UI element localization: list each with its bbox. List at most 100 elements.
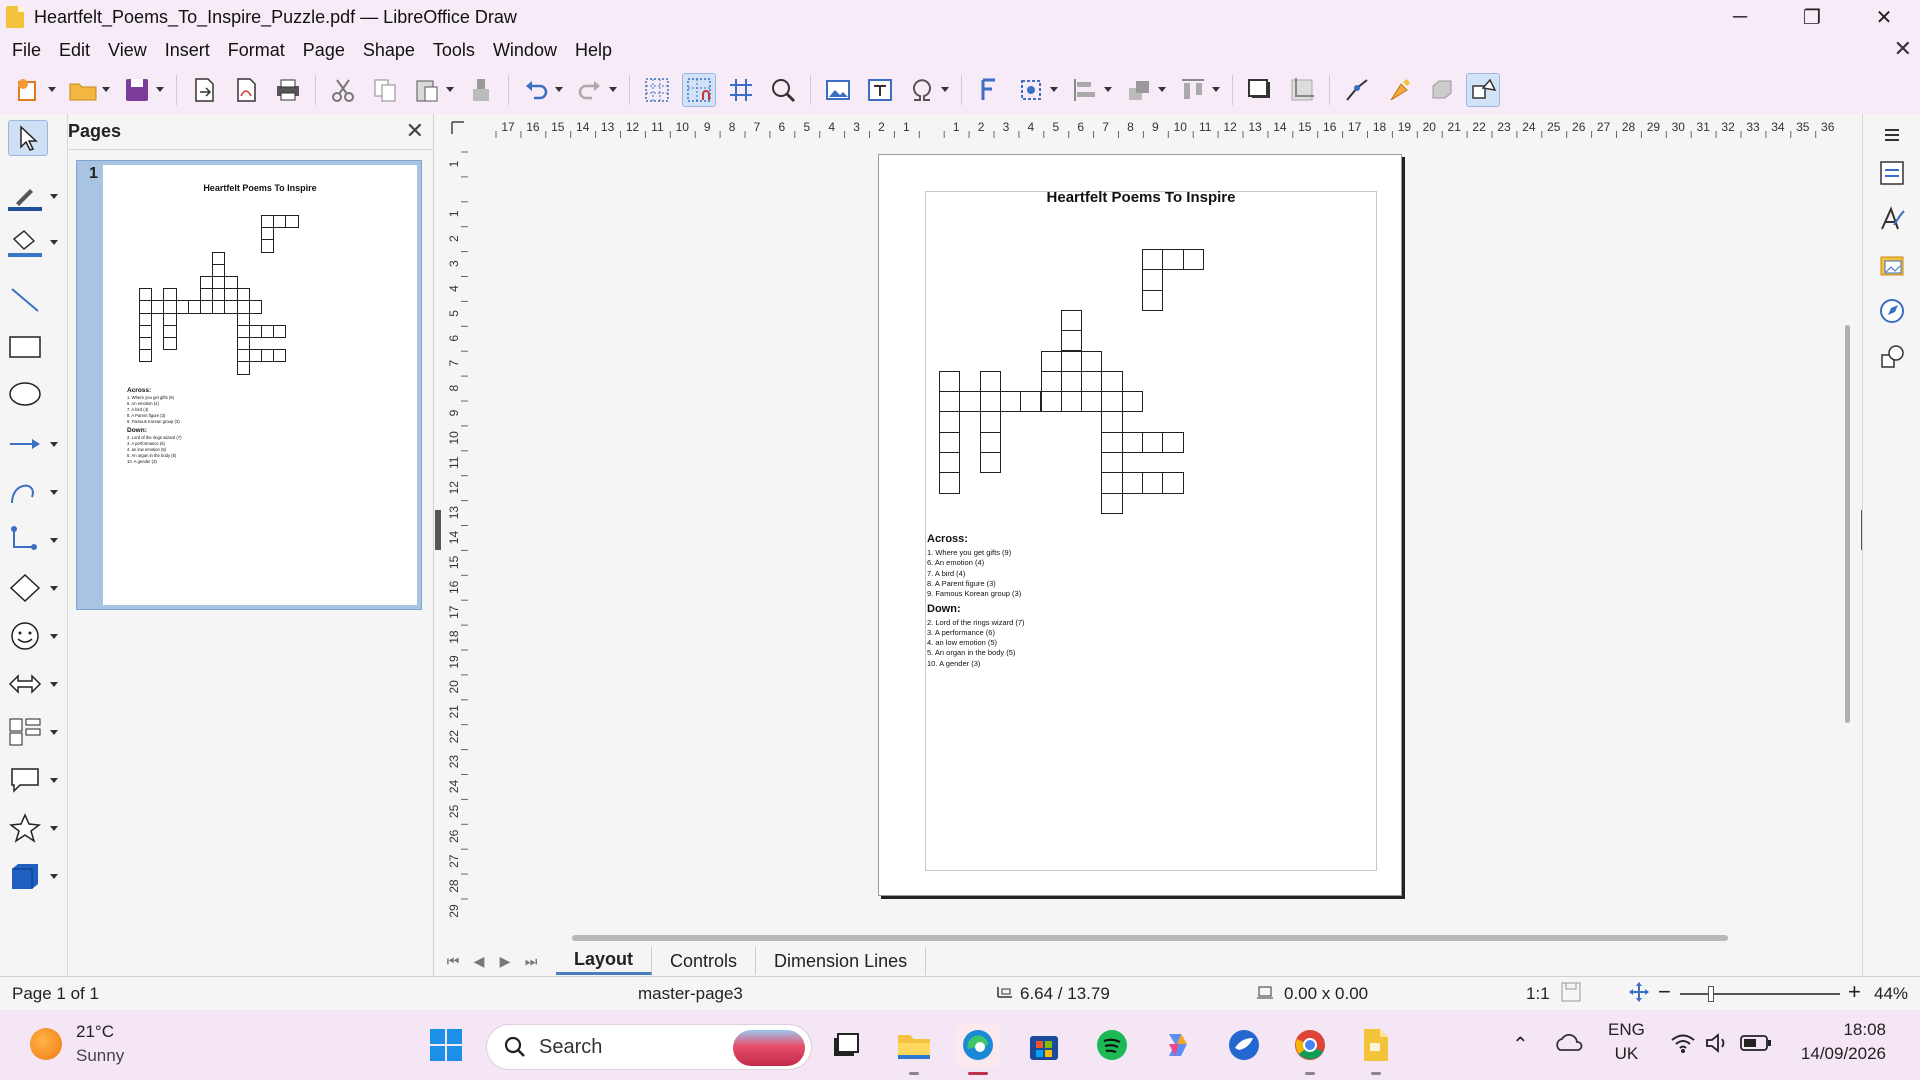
vertical-scrollbar[interactable] — [1845, 325, 1850, 723]
grid-icon[interactable] — [640, 73, 674, 107]
snap-icon[interactable] — [724, 73, 758, 107]
fill-color-icon[interactable] — [8, 224, 58, 260]
tab-layout[interactable]: Layout — [556, 947, 653, 975]
edge-browser-icon[interactable] — [956, 1023, 1000, 1075]
last-tab-button[interactable]: ⏭ — [518, 953, 544, 970]
menu-page[interactable]: Page — [297, 40, 357, 61]
bird-app-icon[interactable] — [1222, 1023, 1266, 1067]
smiley-icon[interactable] — [8, 618, 58, 654]
task-view-icon[interactable] — [824, 1023, 868, 1067]
libreoffice-draw-taskbar-icon[interactable] — [1354, 1023, 1398, 1075]
tab-dimension-lines[interactable]: Dimension Lines — [756, 947, 927, 975]
clock[interactable]: 18:08 14/09/2026 — [1796, 1020, 1886, 1064]
start-button[interactable] — [424, 1023, 468, 1067]
zoom-slider[interactable] — [1680, 993, 1840, 995]
horizontal-scrollbar[interactable] — [572, 935, 1728, 941]
print-icon[interactable] — [271, 73, 305, 107]
connector-icon[interactable] — [8, 522, 58, 558]
line-color-icon[interactable] — [8, 178, 58, 214]
undo-icon[interactable] — [519, 73, 563, 107]
zoom-icon[interactable] — [766, 73, 800, 107]
new-doc-icon[interactable] — [12, 73, 56, 107]
battery-icon[interactable] — [1740, 1034, 1772, 1057]
weather-description[interactable]: Sunny — [76, 1046, 124, 1066]
open-folder-icon[interactable] — [66, 73, 110, 107]
helplines-icon[interactable] — [682, 73, 716, 107]
minimize-button[interactable]: ─ — [1704, 0, 1776, 34]
ellipse-icon[interactable] — [8, 376, 58, 412]
fit-page-icon[interactable] — [1628, 981, 1650, 1008]
clone-format-icon[interactable] — [464, 73, 498, 107]
special-char-icon[interactable] — [905, 73, 949, 107]
line-icon[interactable] — [8, 282, 58, 318]
transform-icon[interactable] — [1014, 73, 1058, 107]
distribute-icon[interactable] — [1176, 73, 1220, 107]
shadow-icon[interactable] — [1243, 73, 1277, 107]
menu-view[interactable]: View — [102, 40, 159, 61]
horizontal-ruler[interactable]: 17 16 15 14 13 12 11 10 9 8 7 6 5 4 3 2 1 1 2 3 4 5 6 7 8 9 10 11 12… — [470, 118, 1838, 138]
next-tab-button[interactable]: ▶ — [492, 953, 518, 970]
rectangle-icon[interactable] — [8, 328, 58, 364]
textbox-icon[interactable] — [863, 73, 897, 107]
onedrive-icon[interactable] — [1554, 1032, 1584, 1057]
glue-icon[interactable] — [1382, 73, 1416, 107]
spotify-icon[interactable] — [1090, 1023, 1134, 1067]
arrow-line-icon[interactable] — [8, 426, 58, 462]
menu-edit[interactable]: Edit — [53, 40, 102, 61]
close-button[interactable]: ✕ — [1848, 0, 1920, 34]
crop-icon[interactable] — [1285, 73, 1319, 107]
drawing-canvas[interactable]: Heartfelt Poems To Inspire Across: 1. Wher… — [470, 138, 1838, 928]
menu-window[interactable]: Window — [487, 40, 569, 61]
shapes-panel-icon[interactable] — [1877, 342, 1907, 372]
first-tab-button[interactable]: ⏮ — [440, 953, 466, 970]
fontwork-icon[interactable] — [972, 73, 1006, 107]
3d-object-icon[interactable] — [8, 858, 58, 894]
points-icon[interactable] — [1340, 73, 1374, 107]
flowchart-icon[interactable] — [8, 714, 58, 750]
redo-icon[interactable] — [573, 73, 617, 107]
paste-icon[interactable] — [410, 73, 454, 107]
image-icon[interactable] — [821, 73, 855, 107]
microsoft-store-icon[interactable] — [1022, 1023, 1066, 1067]
gallery-icon[interactable] — [1877, 250, 1907, 280]
wifi-icon[interactable] — [1670, 1032, 1696, 1059]
styles-icon[interactable] — [1877, 204, 1907, 234]
page-indicator[interactable]: Page 1 of 1 — [12, 984, 99, 1004]
tab-controls[interactable]: Controls — [652, 947, 757, 975]
save-icon[interactable] — [120, 73, 164, 107]
page-thumbnail[interactable]: 1 Heartfelt Poems To Inspire Across: 1. Wh… — [76, 160, 422, 610]
align-icon[interactable] — [1068, 73, 1112, 107]
star-icon[interactable] — [8, 810, 58, 846]
pages-panel-splitter[interactable] — [435, 510, 441, 550]
menu-help[interactable]: Help — [569, 40, 624, 61]
vertical-ruler[interactable]: 1 1 2 3 4 5 6 7 8 9 10 11 12 13 14 15 16 17 18 19 20 21 22 23 24… — [448, 138, 468, 928]
weather-temperature[interactable]: 21°C — [76, 1022, 114, 1042]
menu-insert[interactable]: Insert — [159, 40, 222, 61]
properties-icon[interactable] — [1877, 158, 1907, 188]
document-page[interactable]: Heartfelt Poems To Inspire Across: 1. Wher… — [878, 154, 1402, 896]
shapes-icon[interactable] — [1466, 73, 1500, 107]
menu-tools[interactable]: Tools — [427, 40, 487, 61]
language-indicator[interactable]: ENG UK — [1608, 1020, 1645, 1064]
arrange-icon[interactable] — [1122, 73, 1166, 107]
curve-icon[interactable] — [8, 474, 58, 510]
taskbar-search[interactable]: Search — [486, 1024, 812, 1070]
block-arrows-icon[interactable] — [8, 666, 58, 702]
chrome-icon[interactable] — [1288, 1023, 1332, 1075]
select-icon[interactable] — [8, 120, 48, 156]
close-document-button[interactable]: ✕ — [1894, 36, 1912, 62]
navigator-icon[interactable] — [1877, 296, 1907, 326]
cut-icon[interactable] — [326, 73, 360, 107]
basic-shapes-icon[interactable] — [8, 570, 58, 606]
copilot-icon[interactable] — [1156, 1023, 1200, 1067]
prev-tab-button[interactable]: ◀ — [466, 953, 492, 970]
volume-icon[interactable] — [1704, 1032, 1730, 1059]
menu-icon[interactable] — [1877, 120, 1907, 150]
master-page-name[interactable]: master-page3 — [638, 984, 743, 1004]
zoom-level[interactable]: 44% — [1874, 984, 1908, 1004]
weather-sun-icon[interactable] — [30, 1028, 62, 1060]
copy-icon[interactable] — [368, 73, 402, 107]
menu-file[interactable]: File — [6, 40, 53, 61]
export-pdf-icon[interactable] — [229, 73, 263, 107]
zoom-slider-thumb[interactable] — [1708, 986, 1714, 1002]
